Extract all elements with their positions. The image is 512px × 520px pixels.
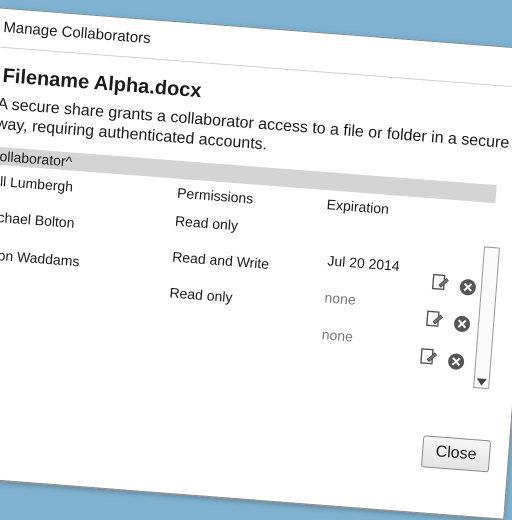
collaborator-name: Michael Bolton xyxy=(0,207,76,231)
edit-icon[interactable] xyxy=(419,347,438,366)
delete-icon[interactable] xyxy=(452,314,471,333)
permission-value: Read only xyxy=(168,284,234,306)
edit-icon[interactable] xyxy=(425,309,444,328)
column-header-permissions[interactable]: Permissions xyxy=(177,185,254,207)
column-header-collaborator[interactable]: Collaborator^ xyxy=(0,146,73,170)
edit-icon[interactable] xyxy=(431,272,450,291)
collaborator-name: Milton Waddams xyxy=(0,245,81,270)
manage-collaborators-dialog: Manage Collaborators Filename Alpha.docx… xyxy=(0,6,512,520)
expiration-value: Jul 20 2014 xyxy=(326,252,401,274)
permission-value: Read and Write xyxy=(171,248,270,272)
column-header-expiration[interactable]: Expiration xyxy=(326,196,389,217)
collaborator-name: Bill Lumbergh xyxy=(0,172,74,195)
close-button[interactable]: Close xyxy=(420,435,492,473)
permission-value: Read only xyxy=(174,212,239,234)
delete-icon[interactable] xyxy=(446,352,465,371)
delete-icon[interactable] xyxy=(458,278,477,297)
expiration-value: none xyxy=(324,289,357,308)
expiration-value: none xyxy=(321,326,354,345)
table-scrollbar[interactable] xyxy=(473,246,500,390)
chevron-down-icon[interactable] xyxy=(476,378,487,386)
